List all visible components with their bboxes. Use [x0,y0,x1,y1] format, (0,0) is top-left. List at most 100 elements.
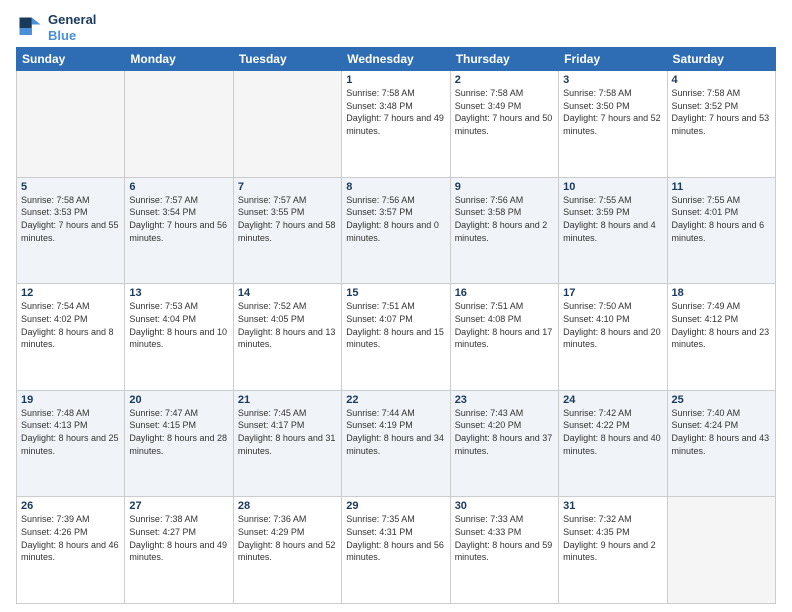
calendar-cell: 11 Sunrise: 7:55 AMSunset: 4:01 PMDaylig… [667,177,775,284]
calendar-cell [17,71,125,178]
day-number: 3 [563,74,662,86]
day-info: Sunrise: 7:39 AMSunset: 4:26 PMDaylight:… [21,513,120,563]
calendar-cell: 20 Sunrise: 7:47 AMSunset: 4:15 PMDaylig… [125,390,233,497]
day-info: Sunrise: 7:57 AMSunset: 3:54 PMDaylight:… [129,194,228,244]
day-info: Sunrise: 7:56 AMSunset: 3:58 PMDaylight:… [455,194,554,244]
calendar-week-row: 12 Sunrise: 7:54 AMSunset: 4:02 PMDaylig… [17,284,776,391]
day-info: Sunrise: 7:51 AMSunset: 4:07 PMDaylight:… [346,300,445,350]
calendar-cell: 8 Sunrise: 7:56 AMSunset: 3:57 PMDayligh… [342,177,450,284]
day-info: Sunrise: 7:58 AMSunset: 3:52 PMDaylight:… [672,87,771,137]
day-number: 16 [455,287,554,299]
day-number: 24 [563,394,662,406]
calendar-cell: 16 Sunrise: 7:51 AMSunset: 4:08 PMDaylig… [450,284,558,391]
day-number: 12 [21,287,120,299]
day-number: 17 [563,287,662,299]
calendar-cell: 31 Sunrise: 7:32 AMSunset: 4:35 PMDaylig… [559,497,667,604]
day-info: Sunrise: 7:55 AMSunset: 3:59 PMDaylight:… [563,194,662,244]
calendar-cell: 21 Sunrise: 7:45 AMSunset: 4:17 PMDaylig… [233,390,341,497]
day-info: Sunrise: 7:55 AMSunset: 4:01 PMDaylight:… [672,194,771,244]
day-info: Sunrise: 7:56 AMSunset: 3:57 PMDaylight:… [346,194,445,244]
calendar-cell: 6 Sunrise: 7:57 AMSunset: 3:54 PMDayligh… [125,177,233,284]
calendar-cell [233,71,341,178]
calendar-cell: 30 Sunrise: 7:33 AMSunset: 4:33 PMDaylig… [450,497,558,604]
day-number: 9 [455,181,554,193]
day-number: 10 [563,181,662,193]
day-number: 21 [238,394,337,406]
day-info: Sunrise: 7:53 AMSunset: 4:04 PMDaylight:… [129,300,228,350]
calendar-cell: 26 Sunrise: 7:39 AMSunset: 4:26 PMDaylig… [17,497,125,604]
calendar-cell: 22 Sunrise: 7:44 AMSunset: 4:19 PMDaylig… [342,390,450,497]
calendar-header-thursday: Thursday [450,48,558,71]
calendar-cell: 3 Sunrise: 7:58 AMSunset: 3:50 PMDayligh… [559,71,667,178]
page: General Blue SundayMondayTuesdayWednesda… [0,0,792,612]
day-info: Sunrise: 7:35 AMSunset: 4:31 PMDaylight:… [346,513,445,563]
calendar-week-row: 5 Sunrise: 7:58 AMSunset: 3:53 PMDayligh… [17,177,776,284]
calendar-cell: 10 Sunrise: 7:55 AMSunset: 3:59 PMDaylig… [559,177,667,284]
logo: General Blue [16,12,96,43]
calendar-header-row: SundayMondayTuesdayWednesdayThursdayFrid… [17,48,776,71]
calendar-cell: 25 Sunrise: 7:40 AMSunset: 4:24 PMDaylig… [667,390,775,497]
calendar-cell: 1 Sunrise: 7:58 AMSunset: 3:48 PMDayligh… [342,71,450,178]
header: General Blue [16,12,776,43]
calendar: SundayMondayTuesdayWednesdayThursdayFrid… [16,47,776,604]
day-number: 15 [346,287,445,299]
day-number: 7 [238,181,337,193]
day-info: Sunrise: 7:42 AMSunset: 4:22 PMDaylight:… [563,407,662,457]
calendar-week-row: 19 Sunrise: 7:48 AMSunset: 4:13 PMDaylig… [17,390,776,497]
calendar-header-monday: Monday [125,48,233,71]
day-info: Sunrise: 7:36 AMSunset: 4:29 PMDaylight:… [238,513,337,563]
day-info: Sunrise: 7:50 AMSunset: 4:10 PMDaylight:… [563,300,662,350]
calendar-cell: 4 Sunrise: 7:58 AMSunset: 3:52 PMDayligh… [667,71,775,178]
day-number: 25 [672,394,771,406]
day-number: 13 [129,287,228,299]
calendar-header-sunday: Sunday [17,48,125,71]
day-info: Sunrise: 7:33 AMSunset: 4:33 PMDaylight:… [455,513,554,563]
calendar-header-saturday: Saturday [667,48,775,71]
day-info: Sunrise: 7:58 AMSunset: 3:49 PMDaylight:… [455,87,554,137]
calendar-cell: 23 Sunrise: 7:43 AMSunset: 4:20 PMDaylig… [450,390,558,497]
calendar-cell: 12 Sunrise: 7:54 AMSunset: 4:02 PMDaylig… [17,284,125,391]
calendar-cell: 24 Sunrise: 7:42 AMSunset: 4:22 PMDaylig… [559,390,667,497]
calendar-week-row: 1 Sunrise: 7:58 AMSunset: 3:48 PMDayligh… [17,71,776,178]
calendar-cell: 9 Sunrise: 7:56 AMSunset: 3:58 PMDayligh… [450,177,558,284]
calendar-cell [125,71,233,178]
calendar-cell: 15 Sunrise: 7:51 AMSunset: 4:07 PMDaylig… [342,284,450,391]
day-number: 30 [455,500,554,512]
day-info: Sunrise: 7:52 AMSunset: 4:05 PMDaylight:… [238,300,337,350]
logo-text: General Blue [48,12,96,43]
calendar-cell: 14 Sunrise: 7:52 AMSunset: 4:05 PMDaylig… [233,284,341,391]
day-info: Sunrise: 7:57 AMSunset: 3:55 PMDaylight:… [238,194,337,244]
day-number: 19 [21,394,120,406]
day-number: 31 [563,500,662,512]
calendar-header-tuesday: Tuesday [233,48,341,71]
calendar-cell: 29 Sunrise: 7:35 AMSunset: 4:31 PMDaylig… [342,497,450,604]
logo-icon [16,14,44,42]
calendar-cell: 5 Sunrise: 7:58 AMSunset: 3:53 PMDayligh… [17,177,125,284]
calendar-cell: 17 Sunrise: 7:50 AMSunset: 4:10 PMDaylig… [559,284,667,391]
calendar-cell: 7 Sunrise: 7:57 AMSunset: 3:55 PMDayligh… [233,177,341,284]
day-number: 8 [346,181,445,193]
calendar-cell: 2 Sunrise: 7:58 AMSunset: 3:49 PMDayligh… [450,71,558,178]
day-info: Sunrise: 7:51 AMSunset: 4:08 PMDaylight:… [455,300,554,350]
day-info: Sunrise: 7:48 AMSunset: 4:13 PMDaylight:… [21,407,120,457]
day-number: 2 [455,74,554,86]
day-number: 5 [21,181,120,193]
calendar-cell: 18 Sunrise: 7:49 AMSunset: 4:12 PMDaylig… [667,284,775,391]
day-info: Sunrise: 7:38 AMSunset: 4:27 PMDaylight:… [129,513,228,563]
day-info: Sunrise: 7:58 AMSunset: 3:50 PMDaylight:… [563,87,662,137]
day-info: Sunrise: 7:49 AMSunset: 4:12 PMDaylight:… [672,300,771,350]
day-number: 1 [346,74,445,86]
day-info: Sunrise: 7:47 AMSunset: 4:15 PMDaylight:… [129,407,228,457]
day-number: 6 [129,181,228,193]
day-number: 27 [129,500,228,512]
day-info: Sunrise: 7:43 AMSunset: 4:20 PMDaylight:… [455,407,554,457]
day-number: 18 [672,287,771,299]
calendar-header-wednesday: Wednesday [342,48,450,71]
day-number: 11 [672,181,771,193]
day-info: Sunrise: 7:54 AMSunset: 4:02 PMDaylight:… [21,300,120,350]
calendar-week-row: 26 Sunrise: 7:39 AMSunset: 4:26 PMDaylig… [17,497,776,604]
calendar-cell: 13 Sunrise: 7:53 AMSunset: 4:04 PMDaylig… [125,284,233,391]
day-info: Sunrise: 7:40 AMSunset: 4:24 PMDaylight:… [672,407,771,457]
day-info: Sunrise: 7:32 AMSunset: 4:35 PMDaylight:… [563,513,662,563]
calendar-header-friday: Friday [559,48,667,71]
